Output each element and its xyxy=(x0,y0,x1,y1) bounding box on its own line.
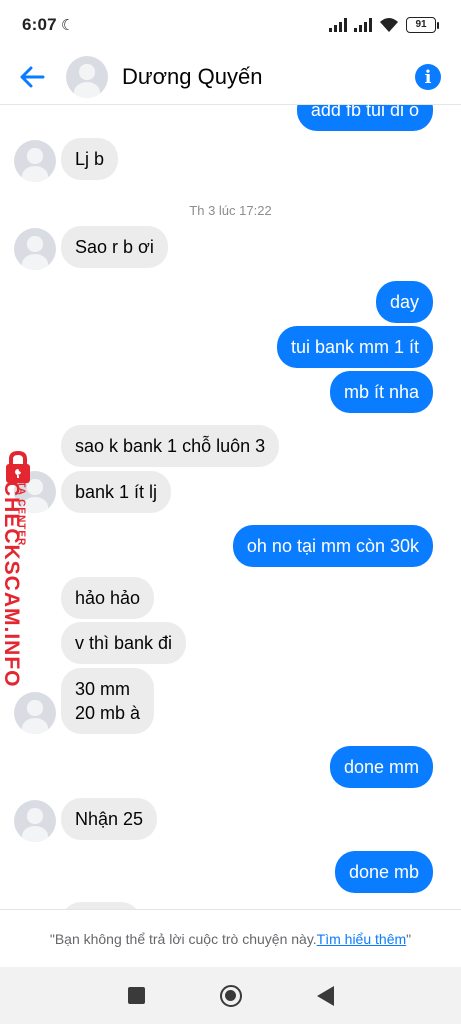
recents-icon[interactable] xyxy=(127,987,145,1004)
watermark-brand: CHECKSCAM.INFO xyxy=(0,481,23,688)
status-icons: 91 xyxy=(329,17,439,33)
message-incoming[interactable]: Nhận 25 xyxy=(61,798,158,840)
sender-avatar[interactable] xyxy=(14,692,56,734)
sender-avatar[interactable] xyxy=(14,228,56,270)
message-outgoing[interactable]: oh no tại mm còn 30k xyxy=(232,525,433,567)
message-incoming-multiline[interactable]: 30 mm 20 mb à xyxy=(61,668,155,734)
system-nav-bar xyxy=(0,967,461,1024)
battery-level: 91 xyxy=(406,17,436,33)
message-line: 30 mm xyxy=(75,679,131,699)
message-incoming[interactable]: Lj b xyxy=(61,138,119,180)
conversation-header: Dương Quyến i xyxy=(0,50,461,104)
message-incoming[interactable]: hảo hảo xyxy=(61,577,155,619)
back-triangle-icon[interactable] xyxy=(316,985,334,1006)
sender-avatar[interactable] xyxy=(14,140,56,182)
message-timestamp: Th 3 lúc 17:22 xyxy=(189,203,272,218)
message-outgoing[interactable]: add fb tui đi ó xyxy=(296,105,433,131)
home-icon[interactable] xyxy=(219,984,242,1007)
message-line: 20 mb à xyxy=(75,703,141,723)
message-incoming[interactable]: Sao r b ơi xyxy=(61,226,168,268)
notice-text: "Bạn không thể trả lời cuộc trò chuyện n… xyxy=(49,930,317,947)
contact-avatar[interactable] xyxy=(66,56,108,98)
cannot-reply-notice: "Bạn không thể trả lời cuộc trò chuyện n… xyxy=(0,909,461,967)
message-incoming[interactable]: sao k bank 1 chỗ luôn 3 xyxy=(61,425,280,467)
message-incoming-partial[interactable] xyxy=(61,902,141,909)
back-arrow-icon xyxy=(20,66,45,88)
info-icon[interactable]: i xyxy=(415,64,441,90)
signal-icon-2 xyxy=(354,18,372,32)
message-incoming[interactable]: bank 1 ít lj xyxy=(61,471,172,513)
message-incoming[interactable]: v thì bank đi xyxy=(61,622,187,664)
back-button[interactable] xyxy=(2,50,62,104)
learn-more-link[interactable]: Tìm hiểu thêm xyxy=(317,931,406,947)
watermark: DATA CENTER CHECKSCAM.INFO xyxy=(0,450,48,688)
message-outgoing[interactable]: done mb xyxy=(334,851,433,893)
notice-quote: " xyxy=(406,930,412,947)
status-time: 6:07 xyxy=(22,15,57,34)
message-outgoing[interactable]: tui bank mm 1 ít xyxy=(276,326,433,368)
sender-avatar[interactable] xyxy=(14,800,56,842)
status-bar: 6:07 ☾ 91 xyxy=(0,0,461,50)
contact-name[interactable]: Dương Quyến xyxy=(122,64,262,90)
message-outgoing[interactable]: done mm xyxy=(329,746,433,788)
message-outgoing[interactable]: day xyxy=(375,281,433,323)
signal-icon xyxy=(329,18,347,32)
wifi-icon xyxy=(380,18,398,32)
moon-icon: ☾ xyxy=(60,17,75,34)
message-outgoing[interactable]: mb ít nha xyxy=(329,371,433,413)
message-list[interactable]: add fb tui đi ó Lj b Th 3 lúc 17:22 Sao … xyxy=(0,105,461,909)
battery-icon: 91 xyxy=(406,17,439,33)
